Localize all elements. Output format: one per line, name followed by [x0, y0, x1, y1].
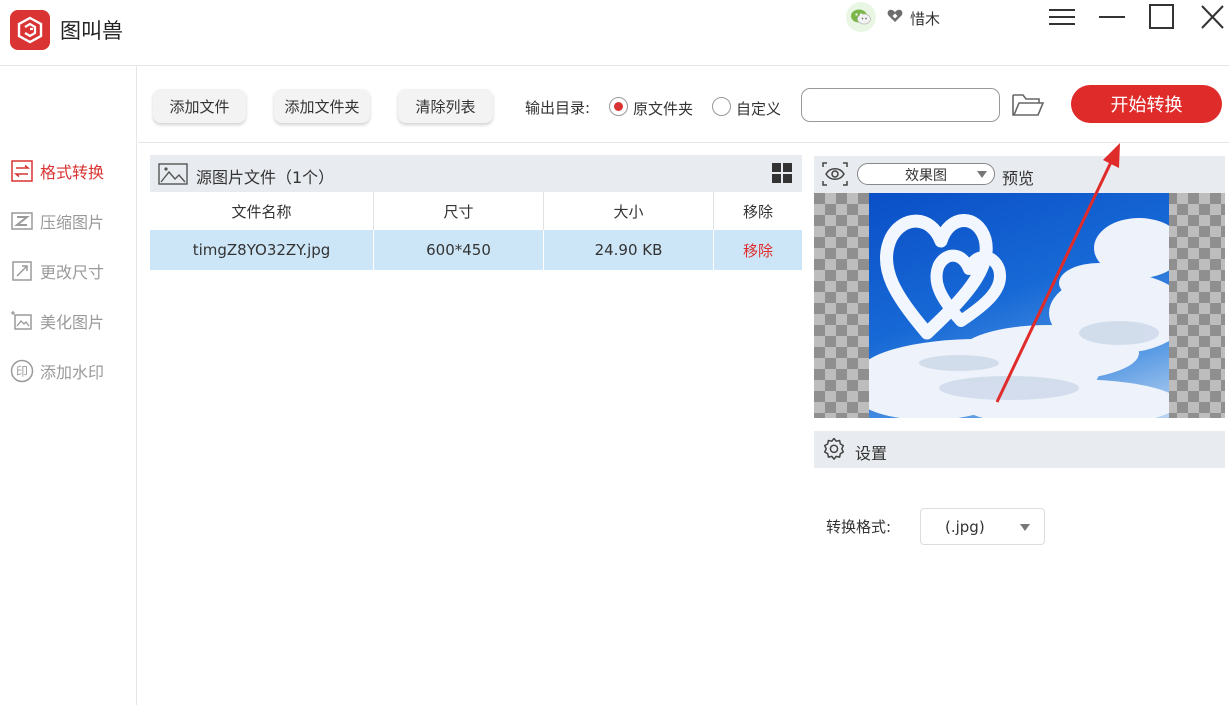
format-label: 转换格式: [826, 518, 892, 536]
start-convert-button[interactable]: 开始转换 [1071, 85, 1222, 123]
preview-label: 预览 [1002, 169, 1035, 188]
add-folder-button[interactable]: 添加文件夹 [274, 89, 370, 123]
watermark-icon: 印 [10, 359, 34, 383]
title-bar: 图叫兽 惜木 [0, 0, 1229, 66]
minimize-icon[interactable] [1096, 2, 1128, 32]
sidebar-item-label: 美化图片 [40, 313, 105, 332]
clear-list-button[interactable]: 清除列表 [398, 89, 493, 123]
menu-icon[interactable] [1046, 2, 1078, 32]
column-header-name[interactable]: 文件名称 [150, 192, 374, 230]
beautify-icon [10, 309, 34, 333]
sidebar-item-label: 格式转换 [40, 163, 105, 182]
column-header-remove: 移除 [742, 202, 773, 221]
radio-original-folder[interactable] [609, 97, 628, 116]
output-dir-label: 输出目录: [525, 99, 591, 117]
column-header-size[interactable]: 大小 [544, 192, 714, 230]
chevron-down-icon [977, 171, 987, 178]
preview-mode-value: 效果图 [905, 168, 947, 184]
gear-icon [822, 437, 846, 465]
convert-icon [10, 159, 34, 183]
remove-link[interactable]: 移除 [714, 230, 802, 270]
svg-text:印: 印 [16, 365, 28, 379]
username[interactable]: 惜木 [910, 8, 940, 29]
resize-icon [10, 259, 34, 283]
sidebar-item-label: 压缩图片 [40, 213, 105, 232]
preview-panel: 效果图 预览 设置 转换格式: (.jpg) [814, 156, 1225, 705]
radio-custom-label[interactable]: 自定义 [736, 98, 781, 119]
sidebar-item-watermark[interactable]: 印 添加水印 [10, 358, 104, 384]
sidebar-item-beautify[interactable]: 美化图片 [10, 308, 104, 334]
sidebar: 格式转换 压缩图片 更改尺寸 美化图片 印 添加水印 [0, 66, 137, 705]
folder-open-icon[interactable] [1011, 90, 1045, 120]
file-list-header: 源图片文件（1个） [150, 155, 802, 192]
sidebar-item-compress[interactable]: 压缩图片 [10, 208, 104, 234]
output-path-input[interactable] [801, 88, 1000, 122]
app-title: 图叫兽 [60, 19, 123, 43]
column-header-dimensions[interactable]: 尺寸 [374, 192, 544, 230]
image-icon [158, 163, 188, 189]
preview-header: 效果图 预览 [814, 156, 1225, 193]
app-logo-icon [10, 10, 50, 50]
chevron-down-icon [1020, 524, 1030, 531]
preview-image-area [814, 193, 1225, 418]
toolbar: 添加文件 添加文件夹 清除列表 输出目录: 原文件夹 自定义 开始转换 [138, 67, 1229, 143]
compress-icon [10, 209, 34, 233]
format-select[interactable]: (.jpg) [920, 508, 1045, 545]
add-file-button[interactable]: 添加文件 [153, 89, 246, 123]
sidebar-item-format-convert[interactable]: 格式转换 [10, 158, 104, 184]
preview-image [869, 193, 1169, 418]
close-icon[interactable] [1196, 2, 1228, 32]
sidebar-item-label: 添加水印 [40, 363, 105, 382]
file-size-cell: 24.90 KB [544, 230, 714, 270]
eye-icon [822, 162, 848, 190]
file-list-title: 源图片文件（1个） [196, 168, 335, 187]
file-name-cell: timgZ8YO32ZY.jpg [150, 230, 374, 270]
radio-original-folder-label[interactable]: 原文件夹 [633, 98, 693, 119]
wechat-icon[interactable] [846, 2, 876, 32]
settings-header: 设置 [814, 431, 1225, 468]
radio-custom[interactable] [712, 97, 731, 116]
table-row[interactable]: timgZ8YO32ZY.jpg 600*450 24.90 KB 移除 [150, 230, 802, 270]
sidebar-item-resize[interactable]: 更改尺寸 [10, 258, 104, 284]
settings-title: 设置 [855, 444, 888, 463]
grid-view-icon[interactable] [772, 163, 792, 187]
maximize-icon[interactable] [1146, 2, 1178, 32]
dimensions-cell: 600*450 [374, 230, 544, 270]
format-value: (.jpg) [945, 518, 985, 536]
table-header: 文件名称 尺寸 大小 移除 [150, 192, 802, 230]
preview-mode-select[interactable]: 效果图 [857, 163, 995, 185]
heart-icon [887, 9, 903, 27]
sidebar-item-label: 更改尺寸 [40, 263, 105, 282]
file-list-panel: 源图片文件（1个） 文件名称 尺寸 大小 移除 timgZ8YO32ZY.jpg… [150, 155, 802, 705]
